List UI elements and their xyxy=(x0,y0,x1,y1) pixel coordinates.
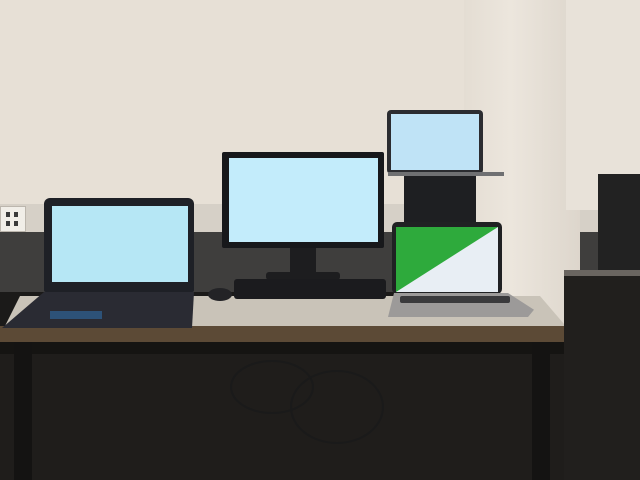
desk-leg xyxy=(532,342,550,480)
desk-edge xyxy=(0,326,564,342)
left-laptop-screen xyxy=(52,206,188,282)
right-laptop-keyboard xyxy=(400,296,510,303)
laptop-riser xyxy=(404,174,476,222)
left-laptop-trackpad xyxy=(50,311,102,319)
diagonal-split-graphic xyxy=(396,227,498,292)
mouse xyxy=(208,288,232,301)
wall-outlet xyxy=(0,206,26,232)
center-monitor-screen xyxy=(229,158,378,242)
desk-leg xyxy=(14,342,32,480)
keyboard xyxy=(234,279,386,299)
office-desk-scene xyxy=(0,0,640,480)
side-table xyxy=(564,276,640,480)
top-right-laptop-base xyxy=(388,172,504,176)
desk-frame xyxy=(0,342,564,354)
right-laptop-screen xyxy=(396,227,498,292)
top-right-laptop-screen xyxy=(391,114,479,170)
cable xyxy=(290,370,384,444)
